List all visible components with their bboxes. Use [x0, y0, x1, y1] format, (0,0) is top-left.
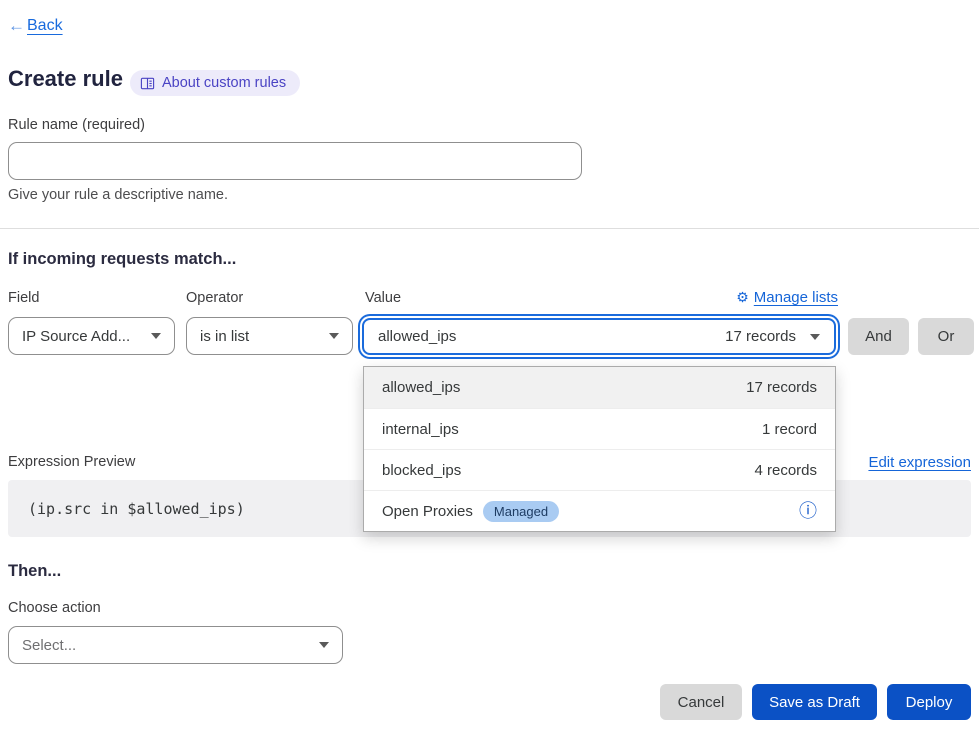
- info-icon[interactable]: ⓘ: [799, 502, 817, 520]
- operator-select[interactable]: is in list: [186, 317, 353, 355]
- list-option-open-proxies[interactable]: Open Proxies Managed ⓘ: [364, 490, 835, 531]
- cancel-button[interactable]: Cancel: [660, 684, 742, 720]
- and-button[interactable]: And: [848, 318, 909, 355]
- about-custom-rules-label: About custom rules: [162, 75, 286, 91]
- option-name: Open Proxies: [382, 503, 473, 520]
- match-section-title: If incoming requests match...: [8, 250, 236, 269]
- chevron-down-icon: [319, 642, 329, 648]
- option-records: 1 record: [762, 421, 817, 438]
- list-option-internal-ips[interactable]: internal_ips 1 record: [364, 408, 835, 449]
- book-icon: [140, 76, 155, 91]
- field-select[interactable]: IP Source Add...: [8, 317, 175, 355]
- section-divider: [0, 228, 979, 229]
- chevron-down-icon: [151, 333, 161, 339]
- option-name: blocked_ips: [382, 462, 461, 479]
- save-draft-button[interactable]: Save as Draft: [752, 684, 877, 720]
- operator-label: Operator: [186, 290, 243, 306]
- manage-lists-link[interactable]: ⚙ Manage lists: [736, 289, 838, 306]
- rule-name-input[interactable]: [8, 142, 582, 180]
- chevron-down-icon: [810, 334, 820, 340]
- option-name: allowed_ips: [382, 379, 460, 396]
- value-combobox[interactable]: allowed_ips 17 records: [362, 318, 836, 355]
- or-button[interactable]: Or: [918, 318, 974, 355]
- back-label: Back: [27, 17, 63, 35]
- create-rule-page: ← Back Create rule About custom rules Ru…: [0, 0, 979, 739]
- edit-expression-link[interactable]: Edit expression: [868, 454, 971, 471]
- list-dropdown: allowed_ips 17 records internal_ips 1 re…: [363, 366, 836, 532]
- expression-preview-label: Expression Preview: [8, 454, 135, 470]
- rule-name-label: Rule name (required): [8, 117, 145, 133]
- option-name: internal_ips: [382, 421, 459, 438]
- option-records: 4 records: [754, 462, 817, 479]
- rule-name-helper: Give your rule a descriptive name.: [8, 187, 228, 203]
- value-label: Value: [365, 290, 401, 306]
- chevron-down-icon: [329, 333, 339, 339]
- value-combobox-text: allowed_ips: [378, 328, 725, 345]
- arrow-left-icon: ←: [8, 16, 25, 36]
- back-link[interactable]: ← Back: [8, 16, 63, 36]
- page-title: Create rule: [8, 66, 123, 92]
- operator-select-value: is in list: [200, 328, 249, 345]
- action-select-placeholder: Select...: [22, 637, 76, 654]
- list-option-allowed-ips[interactable]: allowed_ips 17 records: [364, 367, 835, 408]
- field-label: Field: [8, 290, 39, 306]
- action-select[interactable]: Select...: [8, 626, 343, 664]
- deploy-button[interactable]: Deploy: [887, 684, 971, 720]
- about-custom-rules-link[interactable]: About custom rules: [130, 70, 300, 96]
- field-select-value: IP Source Add...: [22, 328, 130, 345]
- value-records-count: 17 records: [725, 328, 796, 345]
- option-records: 17 records: [746, 379, 817, 396]
- gear-icon: ⚙: [736, 289, 749, 306]
- managed-badge: Managed: [483, 501, 559, 522]
- then-section-title: Then...: [8, 562, 61, 581]
- manage-lists-label: Manage lists: [754, 289, 838, 306]
- choose-action-label: Choose action: [8, 600, 101, 616]
- list-option-blocked-ips[interactable]: blocked_ips 4 records: [364, 449, 835, 490]
- expression-code: (ip.src in $allowed_ips): [28, 500, 245, 518]
